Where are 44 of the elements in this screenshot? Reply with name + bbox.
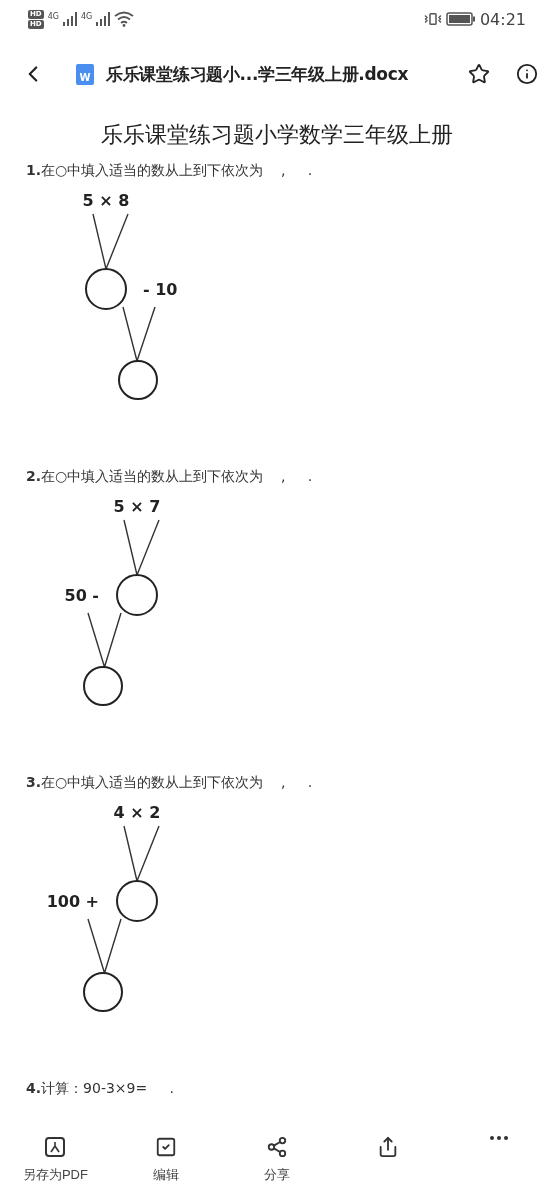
toolbar-button[interactable]: 另存为PDF xyxy=(5,1136,106,1184)
share-icon xyxy=(266,1136,288,1158)
expression-text: 4 × 2 xyxy=(113,803,161,822)
answer-circle xyxy=(118,360,158,400)
operand-text: 100 + xyxy=(46,892,99,911)
wifi-icon xyxy=(114,11,135,27)
network-label: 4G xyxy=(80,11,93,21)
info-button[interactable] xyxy=(516,63,538,85)
word-file-icon: W xyxy=(76,63,94,85)
expression-text: 5 × 7 xyxy=(113,497,161,516)
more-icon xyxy=(489,1136,508,1140)
pdf-icon xyxy=(44,1136,67,1158)
operand-text: 50 - xyxy=(64,586,99,605)
expression-text: 5 × 8 xyxy=(82,191,130,210)
clock-time: 04:21 xyxy=(479,9,526,29)
answer-circle xyxy=(83,666,123,706)
signal-icon xyxy=(96,12,111,26)
connector-line xyxy=(122,306,156,362)
info-icon xyxy=(516,63,538,85)
connector-line xyxy=(92,213,129,270)
answer-circle xyxy=(116,880,158,922)
network-label: 4G xyxy=(47,11,59,21)
toolbar-button[interactable]: 编辑 xyxy=(116,1136,217,1184)
signal-icon xyxy=(62,12,77,26)
connector-line xyxy=(87,612,122,668)
vibrate-icon xyxy=(423,10,442,28)
operand-text: - 10 xyxy=(143,280,178,299)
connector-line xyxy=(87,918,122,974)
answer-circle xyxy=(85,268,127,310)
connector-line xyxy=(123,519,160,576)
checkbox-icon xyxy=(155,1136,178,1158)
answer-circle xyxy=(83,972,123,1012)
question-text: 4.计算：90-3×9= . xyxy=(26,1080,175,1098)
battery-icon xyxy=(445,12,476,26)
answer-circle xyxy=(116,574,158,616)
toolbar-button[interactable]: 分享 xyxy=(227,1136,327,1184)
document-title: 乐乐课堂练习题小学数学三年级上册 xyxy=(100,121,454,149)
file-title: 乐乐课堂练习题小...学三年级上册.docx xyxy=(106,62,410,86)
star-icon xyxy=(468,63,490,85)
connector-line xyxy=(123,825,160,882)
question-text: 3.在○中填入适当的数从上到下依次为 , . xyxy=(26,774,314,792)
star-button[interactable] xyxy=(468,63,490,85)
question-text: 2.在○中填入适当的数从上到下依次为 , . xyxy=(26,468,314,486)
question-text: 1.在○中填入适当的数从上到下依次为 , . xyxy=(26,162,314,180)
